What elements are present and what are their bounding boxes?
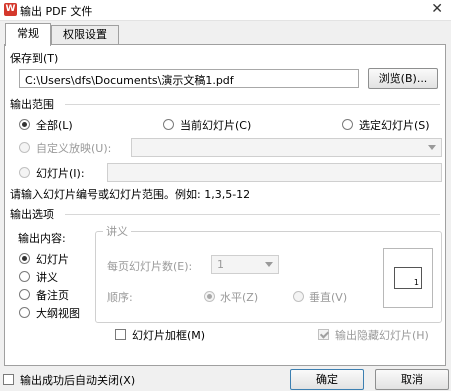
range-hint: 请输入幻灯片编号或幻灯片范围。例如: 1,3,5-12 xyxy=(10,188,251,201)
range-selected-radio[interactable] xyxy=(342,119,353,130)
order-horizontal-radio[interactable] xyxy=(204,291,215,302)
browse-button[interactable]: 浏览(B)... xyxy=(368,68,438,89)
output-hidden-checkbox[interactable] xyxy=(318,329,329,340)
save-to-label: 保存到(T) xyxy=(10,52,59,65)
title-bar: W 输出 PDF 文件 ✕ xyxy=(0,0,451,21)
content-slides-label: 幻灯片 xyxy=(36,253,69,266)
output-options-divider xyxy=(65,214,440,215)
content-outline-radio[interactable] xyxy=(19,307,30,318)
app-icon: W xyxy=(4,3,17,16)
output-range-label: 输出范围 xyxy=(10,98,54,111)
order-vertical-label: 垂直(V) xyxy=(309,291,348,304)
range-selected-label: 选定幻灯片(S) xyxy=(359,119,430,132)
tab-permissions[interactable]: 权限设置 xyxy=(51,25,119,45)
range-slides-label: 幻灯片(I): xyxy=(36,167,85,180)
content-handout-label: 讲义 xyxy=(36,271,58,284)
chevron-down-icon xyxy=(265,262,273,267)
preview-slide: 1 xyxy=(394,267,422,289)
frame-slides-label: 幻灯片加框(M) xyxy=(132,329,206,342)
per-page-select[interactable]: 1 xyxy=(211,255,279,274)
per-page-value: 1 xyxy=(217,258,224,271)
order-vertical-radio[interactable] xyxy=(293,291,304,302)
close-icon[interactable]: ✕ xyxy=(431,1,443,17)
order-label: 顺序: xyxy=(107,291,133,304)
output-content-label: 输出内容: xyxy=(18,232,66,245)
slide-range-input[interactable] xyxy=(107,163,442,182)
order-horizontal-label: 水平(Z) xyxy=(220,291,259,304)
preview-slide-number: 1 xyxy=(413,278,419,287)
tab-general[interactable]: 常规 xyxy=(5,23,51,46)
custom-show-select[interactable] xyxy=(131,138,442,157)
range-slides-radio[interactable] xyxy=(19,167,30,178)
output-hidden-label: 输出隐藏幻灯片(H) xyxy=(335,329,429,342)
output-range-divider xyxy=(65,104,440,105)
output-options-label: 输出选项 xyxy=(10,208,54,221)
range-custom-label: 自定义放映(U): xyxy=(36,142,112,155)
window-title: 输出 PDF 文件 xyxy=(20,5,93,18)
content-notes-label: 备注页 xyxy=(36,289,69,302)
cancel-button[interactable]: 取消 xyxy=(375,369,449,390)
content-notes-radio[interactable] xyxy=(19,289,30,300)
range-all-label: 全部(L) xyxy=(36,119,73,132)
handout-preview: 1 xyxy=(383,248,433,308)
content-handout-radio[interactable] xyxy=(19,271,30,282)
handout-legend: 讲义 xyxy=(103,223,131,239)
save-path-field[interactable]: C:\Users\dfs\Documents\演示文稿1.pdf xyxy=(19,69,359,88)
range-custom-radio[interactable] xyxy=(19,142,30,153)
content-slides-radio[interactable] xyxy=(19,253,30,264)
content-outline-label: 大纲视图 xyxy=(36,307,80,320)
ok-button[interactable]: 确定 xyxy=(290,369,364,390)
frame-slides-checkbox[interactable] xyxy=(115,329,126,340)
general-panel: 保存到(T) C:\Users\dfs\Documents\演示文稿1.pdf … xyxy=(4,44,446,366)
chevron-down-icon xyxy=(428,145,436,150)
auto-close-checkbox[interactable] xyxy=(3,374,14,385)
auto-close-label: 输出成功后自动关闭(X) xyxy=(20,374,136,387)
range-current-radio[interactable] xyxy=(163,119,174,130)
range-current-label: 当前幻灯片(C) xyxy=(180,119,252,132)
per-page-label: 每页幻灯片数(E): xyxy=(107,260,193,273)
range-all-radio[interactable] xyxy=(19,119,30,130)
